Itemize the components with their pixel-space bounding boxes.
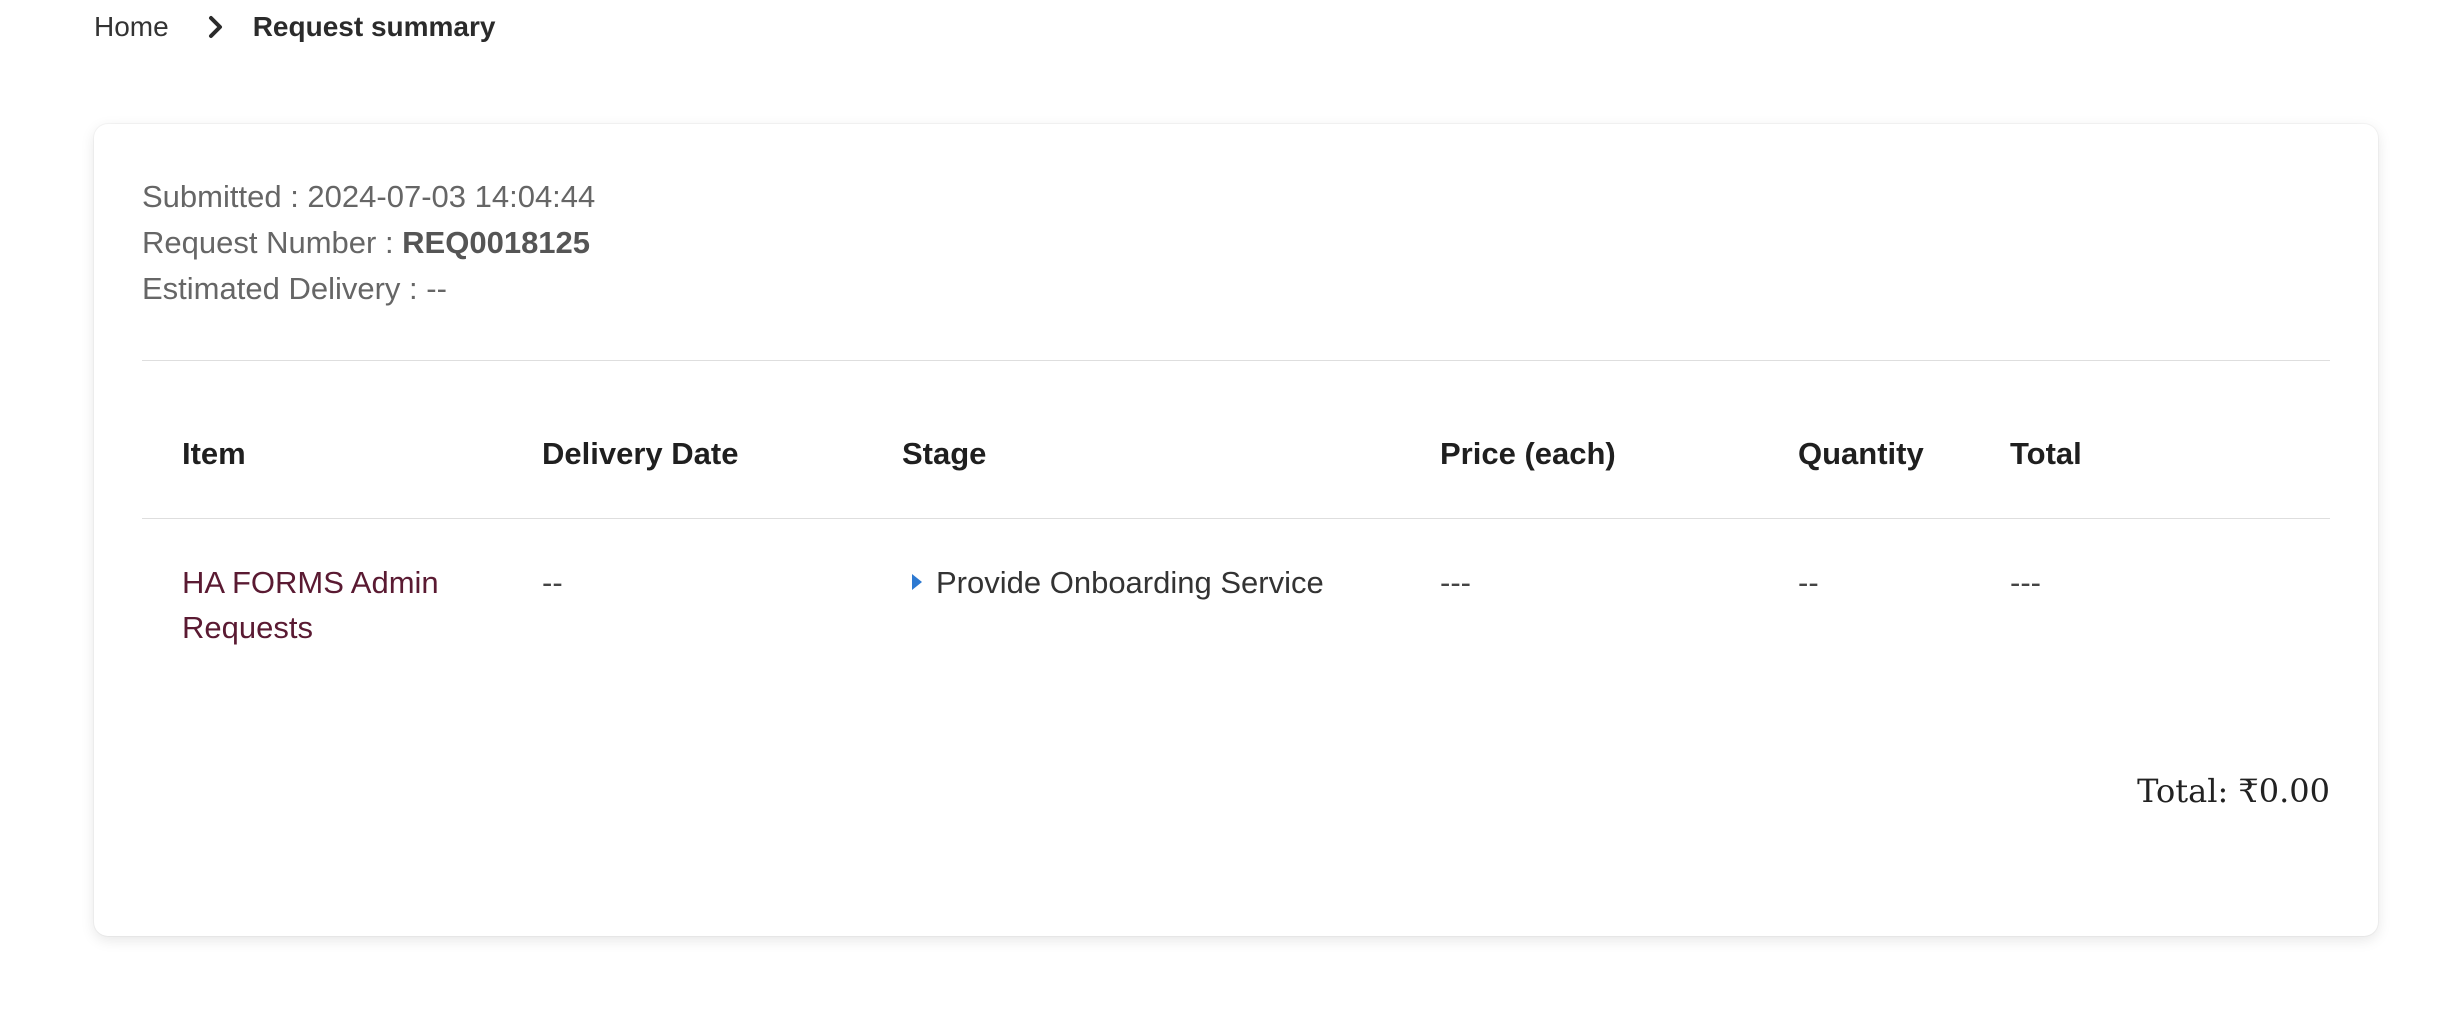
quantity-cell: -- xyxy=(1798,565,1819,600)
meta-divider xyxy=(142,360,2330,361)
grand-total-label: Total: xyxy=(2137,772,2239,810)
item-name-line2: Requests xyxy=(182,610,313,645)
column-header-delivery-date: Delivery Date xyxy=(542,436,739,471)
caret-right-icon[interactable] xyxy=(912,573,922,590)
request-number-value: REQ0018125 xyxy=(402,225,591,260)
submitted-line: Submitted : 2024-07-03 14:04:44 xyxy=(142,174,595,220)
request-number-line: Request Number : REQ0018125 xyxy=(142,220,595,266)
submitted-value: 2024-07-03 14:04:44 xyxy=(307,179,596,214)
submitted-label: Submitted : xyxy=(142,179,308,214)
stage-text[interactable]: Provide Onboarding Service xyxy=(936,565,1324,600)
column-header-stage: Stage xyxy=(902,436,987,471)
column-header-total: Total xyxy=(2010,436,2082,471)
estimated-delivery-label: Estimated Delivery : xyxy=(142,271,427,306)
grand-total-value: ₹0.00 xyxy=(2238,772,2330,810)
header-divider xyxy=(142,518,2330,519)
chevron-right-icon xyxy=(201,15,231,39)
column-header-item: Item xyxy=(182,436,246,471)
item-link[interactable]: HA FORMS Admin Requests xyxy=(182,560,439,650)
stage-cell[interactable]: Provide Onboarding Service xyxy=(912,560,1324,605)
grand-total: Total: ₹0.00 xyxy=(2137,772,2330,810)
estimated-delivery-value: -- xyxy=(426,271,447,306)
delivery-date-cell: -- xyxy=(542,565,563,600)
page: Home Request summary Submitted : 2024-07… xyxy=(0,0,2438,1022)
request-number-label: Request Number : xyxy=(142,225,403,260)
item-name-line1: HA FORMS Admin xyxy=(182,565,439,600)
column-header-quantity: Quantity xyxy=(1798,436,1924,471)
price-each-cell: --- xyxy=(1440,565,1471,600)
request-meta: Submitted : 2024-07-03 14:04:44 Request … xyxy=(142,174,595,312)
estimated-delivery-line: Estimated Delivery : -- xyxy=(142,266,595,312)
breadcrumb-current: Request summary xyxy=(252,11,496,42)
breadcrumb: Home Request summary xyxy=(94,8,495,46)
breadcrumb-home-link[interactable]: Home xyxy=(94,11,169,43)
row-total-cell: --- xyxy=(2010,565,2041,600)
column-header-price-each: Price (each) xyxy=(1440,436,1616,471)
request-summary-card: Submitted : 2024-07-03 14:04:44 Request … xyxy=(94,124,2378,936)
